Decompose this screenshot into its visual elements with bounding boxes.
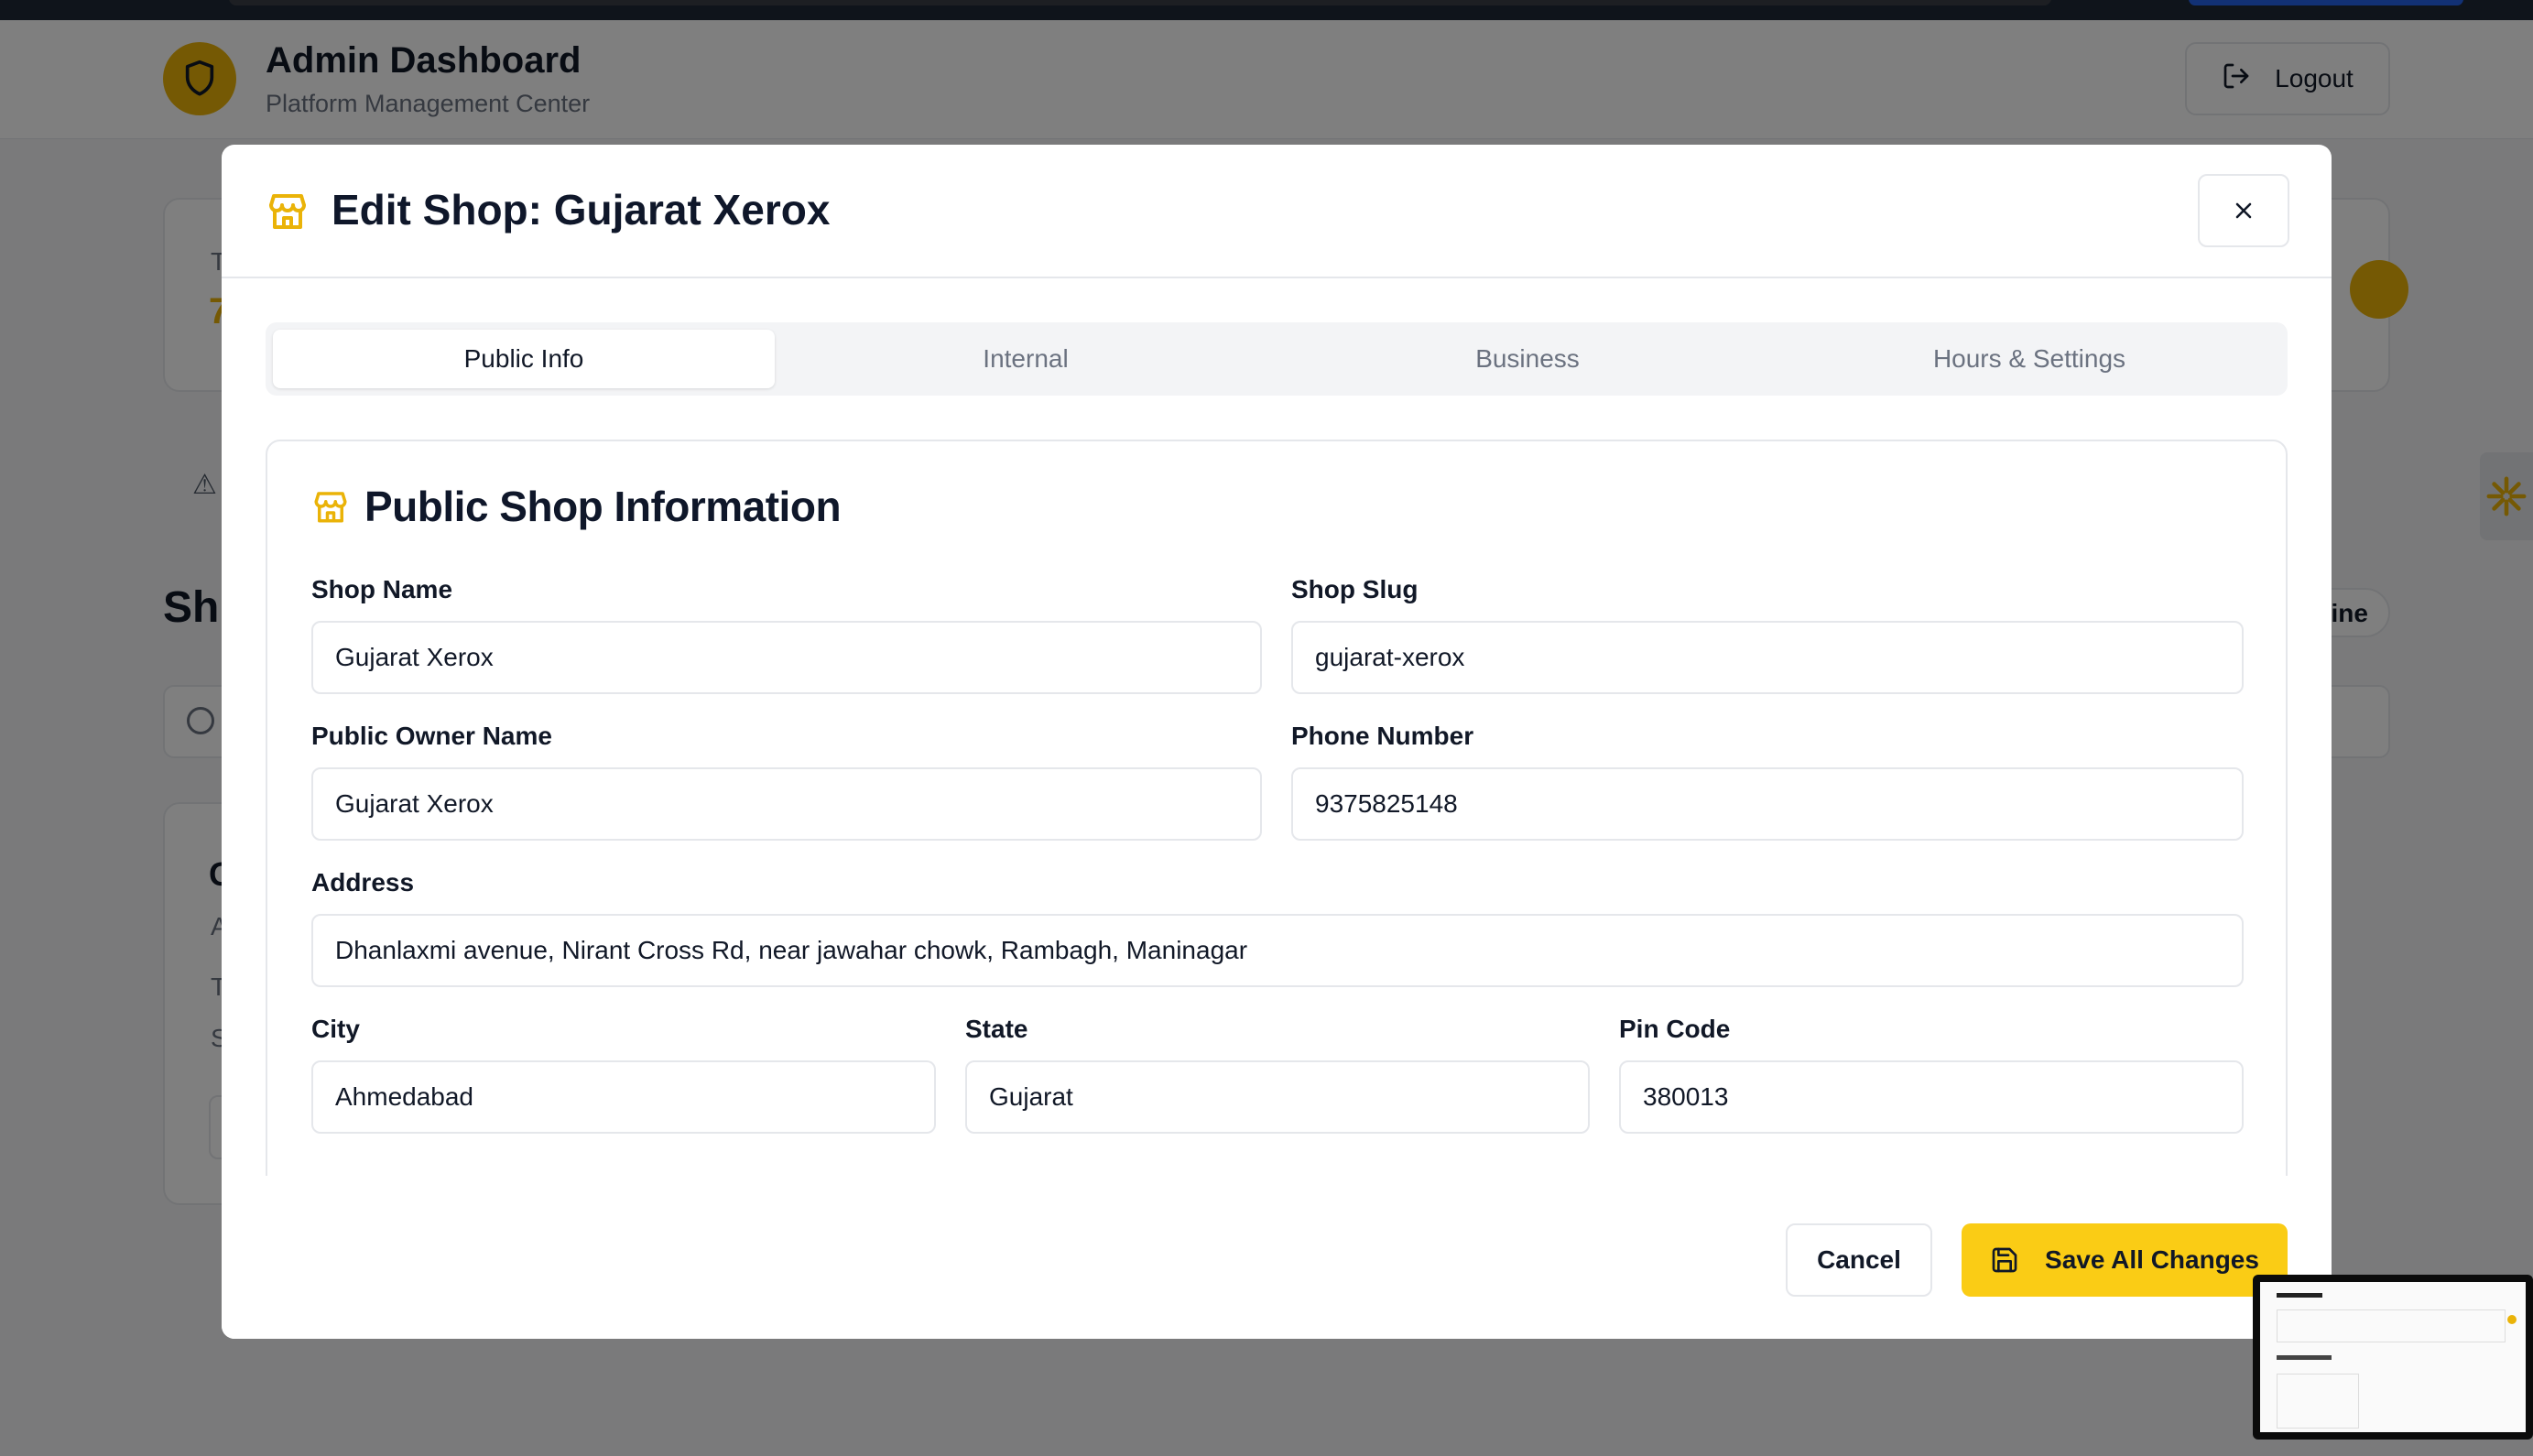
save-all-changes-button[interactable]: Save All Changes (1962, 1223, 2288, 1297)
thumb-card (2277, 1309, 2506, 1342)
phone-label: Phone Number (1291, 722, 1474, 750)
modal-footer: Cancel Save All Changes (222, 1176, 2332, 1339)
shop-slug-input[interactable] (1291, 621, 2244, 694)
tab-public-info[interactable]: Public Info (273, 330, 775, 388)
address-input[interactable] (311, 914, 2244, 987)
city-input[interactable] (311, 1060, 936, 1134)
screen-thumbnail[interactable] (2253, 1275, 2533, 1440)
shop-name-input[interactable] (311, 621, 1262, 694)
state-input[interactable] (965, 1060, 1590, 1134)
tab-hours-settings[interactable]: Hours & Settings (1778, 330, 2280, 388)
thumb-line (2277, 1293, 2322, 1298)
close-button[interactable] (2198, 174, 2289, 247)
thumbnail-preview (2260, 1282, 2526, 1432)
state-label: State (965, 1015, 1028, 1043)
edit-shop-modal: Edit Shop: Gujarat Xerox Public Info Int… (222, 145, 2332, 1339)
thumb-line (2277, 1355, 2332, 1360)
address-label: Address (311, 868, 415, 896)
modal-title: Edit Shop: Gujarat Xerox (332, 186, 831, 234)
owner-name-label: Public Owner Name (311, 722, 552, 750)
modal-header: Edit Shop: Gujarat Xerox (222, 145, 2332, 278)
cancel-button[interactable]: Cancel (1786, 1223, 1932, 1297)
phone-input[interactable] (1291, 767, 2244, 841)
section-title: Public Shop Information (364, 483, 842, 530)
city-label: City (311, 1015, 360, 1043)
save-icon (1992, 1247, 2017, 1273)
tab-business[interactable]: Business (1277, 330, 1778, 388)
save-label: Save All Changes (2045, 1245, 2259, 1274)
pin-code-label: Pin Code (1619, 1015, 1731, 1043)
store-icon (269, 194, 306, 229)
close-icon (2235, 202, 2252, 219)
owner-name-input[interactable] (311, 767, 1262, 841)
tab-internal[interactable]: Internal (775, 330, 1277, 388)
tab-list: Public Info Internal Business Hours & Se… (266, 322, 2288, 396)
shop-slug-label: Shop Slug (1291, 575, 1419, 603)
shop-name-label: Shop Name (311, 575, 453, 603)
pin-code-input[interactable] (1619, 1060, 2244, 1134)
store-icon (314, 492, 347, 523)
thumb-dot (2507, 1315, 2517, 1324)
thumb-card (2277, 1374, 2359, 1429)
